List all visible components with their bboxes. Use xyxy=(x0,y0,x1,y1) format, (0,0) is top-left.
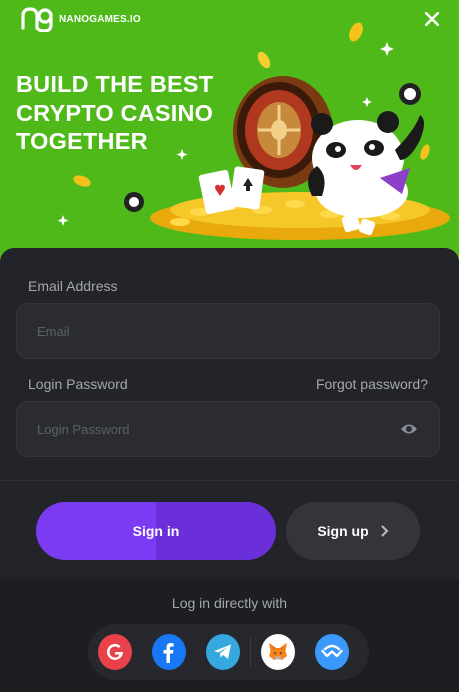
facebook-icon xyxy=(163,643,174,663)
headline-line-1: BUILD THE BEST xyxy=(16,71,214,97)
sign-in-label: Sign in xyxy=(132,523,180,539)
social-login-bar xyxy=(88,624,369,680)
brand-logo[interactable]: NANOGAMES.IO xyxy=(21,6,141,32)
headline-line-3: TOGETHER xyxy=(16,128,148,154)
eye-icon[interactable] xyxy=(399,419,419,439)
login-panel: Email Address Login Password Forgot pass… xyxy=(0,248,459,692)
brand-name: NANOGAMES.IO xyxy=(59,13,141,25)
telegram-icon xyxy=(214,644,232,659)
social-login-area: Log in directly with xyxy=(0,579,459,692)
close-button[interactable] xyxy=(421,8,443,30)
metamask-login-button[interactable] xyxy=(260,634,295,670)
social-separator xyxy=(250,637,251,667)
nanogames-logo-icon xyxy=(21,7,53,32)
google-icon xyxy=(107,643,123,660)
forgot-password-link[interactable]: Forgot password? xyxy=(316,376,428,392)
password-field-wrapper[interactable] xyxy=(16,401,440,457)
promo-banner: NANOGAMES.IO BUILD THE BEST CRYPTO CASIN… xyxy=(0,0,459,262)
social-login-title: Log in directly with xyxy=(171,595,288,611)
walletconnect-icon xyxy=(321,644,343,658)
sign-in-button[interactable]: Sign in xyxy=(36,502,276,560)
walletconnect-login-button[interactable] xyxy=(315,634,350,670)
email-input[interactable] xyxy=(37,323,419,339)
sign-up-label: Sign up xyxy=(317,523,369,539)
telegram-login-button[interactable] xyxy=(206,634,241,670)
password-input[interactable] xyxy=(37,421,399,437)
close-icon xyxy=(425,12,439,26)
divider xyxy=(0,480,459,481)
banner-headline: BUILD THE BEST CRYPTO CASINO TOGETHER xyxy=(16,70,231,156)
metamask-icon xyxy=(268,643,287,660)
password-label: Login Password xyxy=(28,376,128,392)
headline-line-2: CRYPTO CASINO xyxy=(16,99,214,126)
chevron-right-icon xyxy=(381,525,389,537)
email-field-wrapper[interactable] xyxy=(16,303,440,359)
email-label: Email Address xyxy=(28,278,118,294)
facebook-login-button[interactable] xyxy=(152,634,187,670)
sign-up-button[interactable]: Sign up xyxy=(286,502,420,560)
google-login-button[interactable] xyxy=(98,634,133,670)
